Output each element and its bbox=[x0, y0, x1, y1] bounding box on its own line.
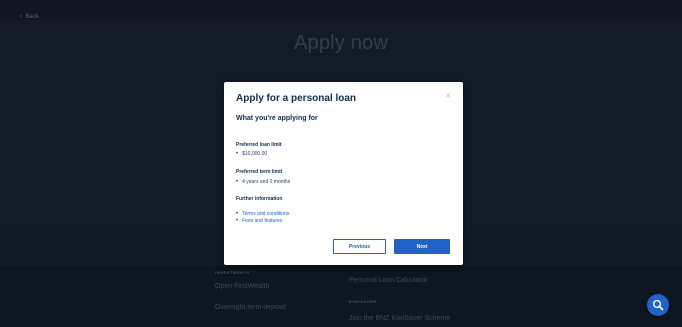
further-information-label: Further information bbox=[236, 196, 283, 202]
close-icon[interactable]: ✕ bbox=[445, 92, 451, 100]
loan-limit-item: • $10,000.00 bbox=[236, 151, 267, 157]
term-limit-item: • 4 years and 0 months bbox=[236, 179, 290, 185]
bullet-icon: • bbox=[236, 218, 239, 224]
loan-limit-label: Preferred loan limit bbox=[236, 142, 282, 148]
modal-subtitle: What you're applying for bbox=[236, 115, 318, 122]
bullet-icon: • bbox=[236, 211, 239, 217]
term-limit-value: 4 years and 0 months bbox=[242, 179, 291, 185]
personal-loan-modal: Apply for a personal loan ✕ What you're … bbox=[224, 82, 463, 265]
modal-title: Apply for a personal loan bbox=[236, 93, 357, 104]
bullet-icon: • bbox=[236, 151, 239, 157]
terms-link-item[interactable]: • Terms and conditions bbox=[236, 211, 289, 217]
search-icon bbox=[652, 299, 664, 311]
search-fab-button[interactable] bbox=[647, 294, 669, 316]
terms-and-conditions-link[interactable]: Terms and conditions bbox=[242, 211, 289, 217]
loan-limit-value: $10,000.00 bbox=[242, 151, 268, 157]
next-button[interactable]: Next bbox=[394, 239, 450, 254]
bullet-icon: • bbox=[236, 179, 239, 185]
fees-link-item[interactable]: • Fees and features bbox=[236, 218, 282, 224]
fees-and-features-link[interactable]: Fees and features bbox=[242, 218, 282, 224]
term-limit-label: Preferred term limit bbox=[236, 169, 283, 175]
previous-button[interactable]: Previous bbox=[333, 239, 386, 254]
